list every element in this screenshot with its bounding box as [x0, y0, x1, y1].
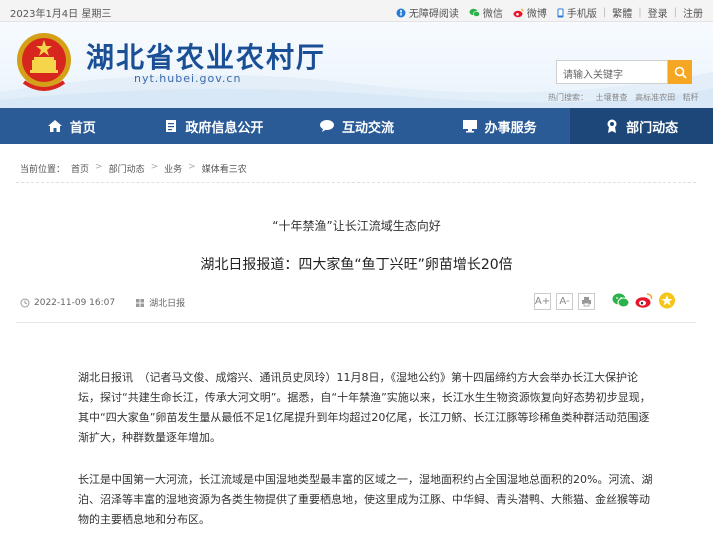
divider: |: [602, 7, 607, 18]
wechat-link[interactable]: 微信: [469, 5, 503, 20]
nav-government-info[interactable]: 政府信息公开: [143, 108, 286, 144]
breadcrumb-separator: >: [95, 162, 103, 172]
search-input[interactable]: 请输入关键字: [556, 60, 668, 84]
home-icon: [47, 120, 62, 132]
clock-icon: [20, 298, 30, 307]
national-emblem-icon: [17, 33, 71, 91]
register-link[interactable]: 注册: [683, 5, 703, 20]
article-tools: A+ A-: [534, 293, 600, 310]
print-button[interactable]: [578, 293, 595, 310]
hot-search-label: 热门搜索：: [548, 93, 588, 102]
font-increase-button[interactable]: A+: [534, 293, 551, 310]
breadcrumb-item[interactable]: 首页: [71, 162, 89, 175]
main-nav: 首页 政府信息公开 互动交流 办事服务 部门动态: [0, 108, 713, 144]
weibo-icon: [635, 293, 653, 308]
star-icon: [659, 292, 675, 309]
article-subtitle: “十年禁渔”让长江流域生态向好: [272, 219, 441, 233]
nav-services[interactable]: 办事服务: [428, 108, 571, 144]
divider: [16, 322, 696, 323]
hot-search-item[interactable]: 土壤普查: [596, 93, 628, 102]
wechat-icon: [612, 293, 630, 308]
hot-search-item[interactable]: 高标准农田: [635, 93, 675, 102]
article-title: 湖北日报报道：四大家鱼“鱼丁兴旺”卵苗增长20倍: [200, 257, 513, 273]
nav-interaction[interactable]: 互动交流: [285, 108, 428, 144]
top-links: 无障碍阅读 微信 微博 手机版 | 繁體 | 登录 | 注册: [386, 5, 703, 20]
divider: [16, 182, 696, 183]
top-bar: 2023年1月4日 星期三 无障碍阅读 微信 微博 手机版 | 繁體 | 登录 …: [0, 0, 713, 22]
divider: |: [638, 7, 642, 18]
site-title[interactable]: 湖北省农业农村厅: [86, 36, 326, 76]
divider: |: [673, 7, 677, 18]
site-header: 湖北省农业农村厅 nyt.hubei.gov.cn 请输入关键字 热门搜索： 土…: [0, 22, 713, 108]
search-icon: [674, 66, 687, 79]
article-paragraph: 湖北日报讯 （记者马文俊、成熔兴、通讯员史凤玲）11月8日，《湿地公约》第十四届…: [78, 371, 651, 444]
monitor-icon: [462, 120, 477, 133]
publish-date: 2022-11-09 16:07: [34, 297, 116, 308]
font-decrease-button[interactable]: A-: [556, 293, 573, 310]
favorite-button[interactable]: [658, 292, 676, 313]
share-wechat-button[interactable]: [612, 292, 630, 313]
article-paragraph: 长江是中国第一大河流，长江流域是中国湿地类型最丰富的区域之一，湿地面积约占全国湿…: [78, 473, 653, 526]
hot-search: 热门搜索： 土壤普查 高标准农田 秸秆: [548, 92, 704, 103]
print-icon: [582, 297, 591, 307]
document-icon: [166, 120, 177, 132]
breadcrumb-separator: >: [188, 162, 196, 172]
login-link[interactable]: 登录: [648, 5, 668, 20]
accessibility-link[interactable]: 无障碍阅读: [396, 5, 459, 20]
breadcrumb: 当前位置： 首页 > 部门动态 > 业务 > 媒体看三农: [20, 162, 253, 175]
traditional-chinese-link[interactable]: 繁體: [612, 5, 632, 20]
weibo-icon: [513, 8, 524, 17]
article-meta: 2022-11-09 16:07 湖北日报: [20, 296, 185, 309]
article-source: 湖北日报: [135, 296, 185, 309]
share-weibo-button[interactable]: [635, 292, 653, 313]
medal-icon: [607, 119, 617, 133]
nav-home[interactable]: 首页: [0, 108, 143, 144]
breadcrumb-item[interactable]: 业务: [164, 162, 182, 175]
current-date: 2023年1月4日 星期三: [10, 9, 112, 20]
mobile-link[interactable]: 手机版: [557, 5, 597, 20]
accessibility-icon: [396, 8, 406, 17]
wechat-icon: [469, 8, 480, 17]
hot-search-item[interactable]: 秸秆: [683, 93, 699, 102]
nav-department-news[interactable]: 部门动态: [570, 108, 713, 144]
site-url: nyt.hubei.gov.cn: [134, 72, 242, 85]
source-icon: [136, 298, 145, 307]
weibo-link[interactable]: 微博: [513, 5, 547, 20]
chat-icon: [319, 120, 334, 132]
breadcrumb-separator: >: [150, 162, 159, 172]
breadcrumb-item[interactable]: 媒体看三农: [202, 162, 247, 175]
breadcrumb-item[interactable]: 部门动态: [109, 162, 145, 175]
mobile-icon: [557, 8, 564, 17]
breadcrumb-label: 当前位置：: [20, 165, 66, 175]
share-bar: [612, 292, 681, 313]
search-button[interactable]: [668, 60, 692, 84]
